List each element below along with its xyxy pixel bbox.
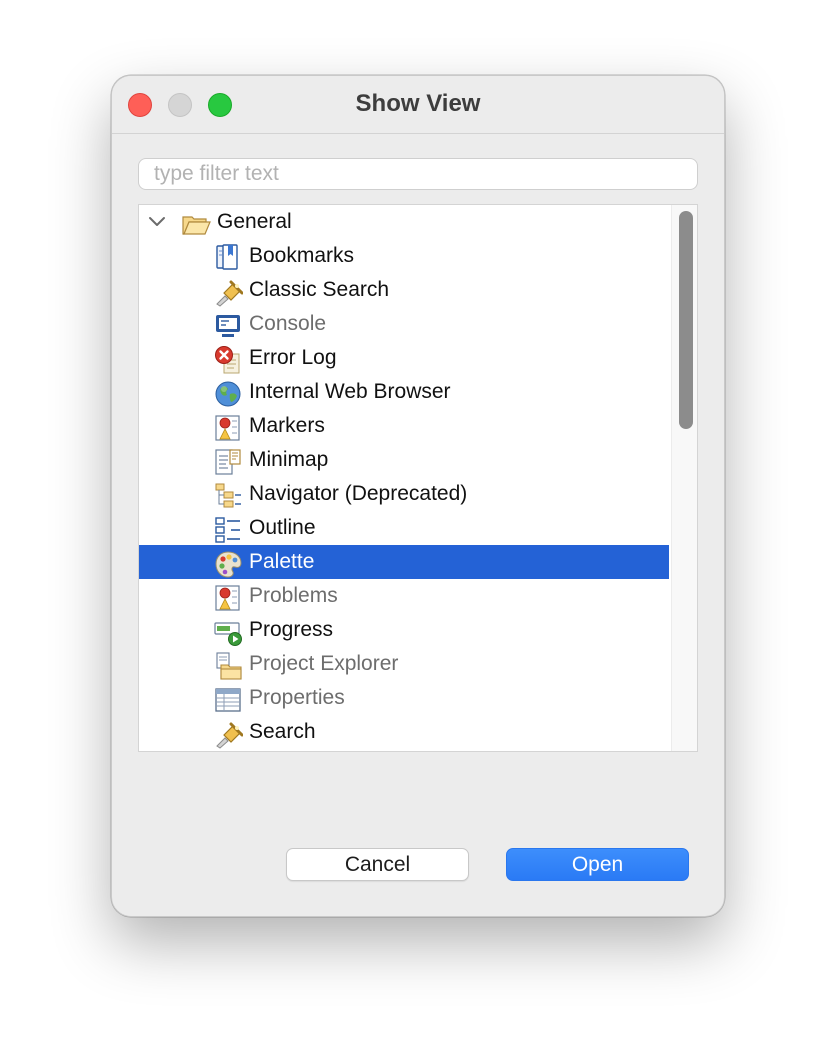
problems-icon [215, 585, 240, 611]
globe-icon [215, 381, 241, 407]
flashlight-search-icon [216, 280, 243, 307]
tree-item-label: Progress [249, 618, 334, 641]
tree-item-label: Search [249, 720, 316, 743]
outline-icon [215, 517, 240, 543]
tree-item-project-explorer[interactable]: Project Explorer [139, 647, 669, 681]
properties-table-icon [215, 688, 241, 712]
tree-item-progress[interactable]: Progress [139, 613, 669, 647]
tree-item-markers[interactable]: Markers [139, 409, 669, 443]
flashlight-search-icon [216, 722, 243, 749]
tree-item-label: Palette [249, 550, 315, 573]
vertical-scrollbar[interactable] [671, 205, 697, 751]
filter-input[interactable] [138, 158, 698, 190]
zoom-window-button[interactable] [208, 93, 232, 117]
markers-icon [215, 415, 240, 441]
tree-item-error-log[interactable]: Error Log [139, 341, 669, 375]
tree-item-label: Properties [249, 686, 345, 709]
tree-item-label: Markers [249, 414, 325, 437]
bookmarks-icon [216, 244, 238, 270]
tree-item-label: Internal Web Browser [249, 380, 451, 403]
tree-item-search[interactable]: Search [139, 715, 669, 749]
tree-item-label: Console [249, 312, 327, 335]
tree-item-minimap[interactable]: Minimap [139, 443, 669, 477]
tree-item-properties[interactable]: Properties [139, 681, 669, 715]
tree-item-outline[interactable]: Outline [139, 511, 669, 545]
tree-item-label: Problems [249, 584, 338, 607]
tree-item-label: Minimap [249, 448, 329, 471]
tree-item-label: Classic Search [249, 278, 390, 301]
cancel-button[interactable]: Cancel [286, 848, 469, 881]
palette-icon [215, 551, 242, 578]
tree-item-console[interactable]: Console [139, 307, 669, 341]
tree-item-internal-web-browser[interactable]: Internal Web Browser [139, 375, 669, 409]
chevron-down-icon[interactable] [147, 211, 167, 231]
tree-group-label: General [217, 210, 292, 233]
open-button[interactable]: Open [506, 848, 689, 881]
tree-group-general[interactable]: General [139, 205, 669, 239]
tree-item-label: Bookmarks [249, 244, 355, 267]
tree-item-bookmarks[interactable]: Bookmarks [139, 239, 669, 273]
scrollbar-thumb[interactable] [679, 211, 693, 429]
tree-item-label: Error Log [249, 346, 337, 369]
progress-icon [214, 622, 242, 646]
console-monitor-icon [216, 315, 240, 337]
error-log-icon [215, 346, 240, 374]
open-folder-icon [182, 216, 211, 235]
minimize-window-button[interactable] [168, 93, 192, 117]
title-bar: Show View [112, 76, 724, 134]
view-tree[interactable]: General Bookmarks Classic Search Console Er… [138, 204, 698, 752]
show-view-dialog: Show View General Bookmarks Classic Searc… [111, 75, 725, 917]
project-explorer-icon [216, 652, 242, 680]
tree-item-palette[interactable]: Palette [139, 545, 669, 579]
navigator-icon [215, 483, 241, 508]
tree-item-navigator-deprecated[interactable]: Navigator (Deprecated) [139, 477, 669, 511]
close-window-button[interactable] [128, 93, 152, 117]
tree-item-label: Navigator (Deprecated) [249, 482, 468, 505]
tree-item-label: Project Explorer [249, 652, 399, 675]
tree-item-classic-search[interactable]: Classic Search [139, 273, 669, 307]
tree-item-problems[interactable]: Problems [139, 579, 669, 613]
tree-item-label: Outline [249, 516, 316, 539]
minimap-icon [215, 449, 241, 475]
dialog-title: Show View [355, 90, 481, 117]
